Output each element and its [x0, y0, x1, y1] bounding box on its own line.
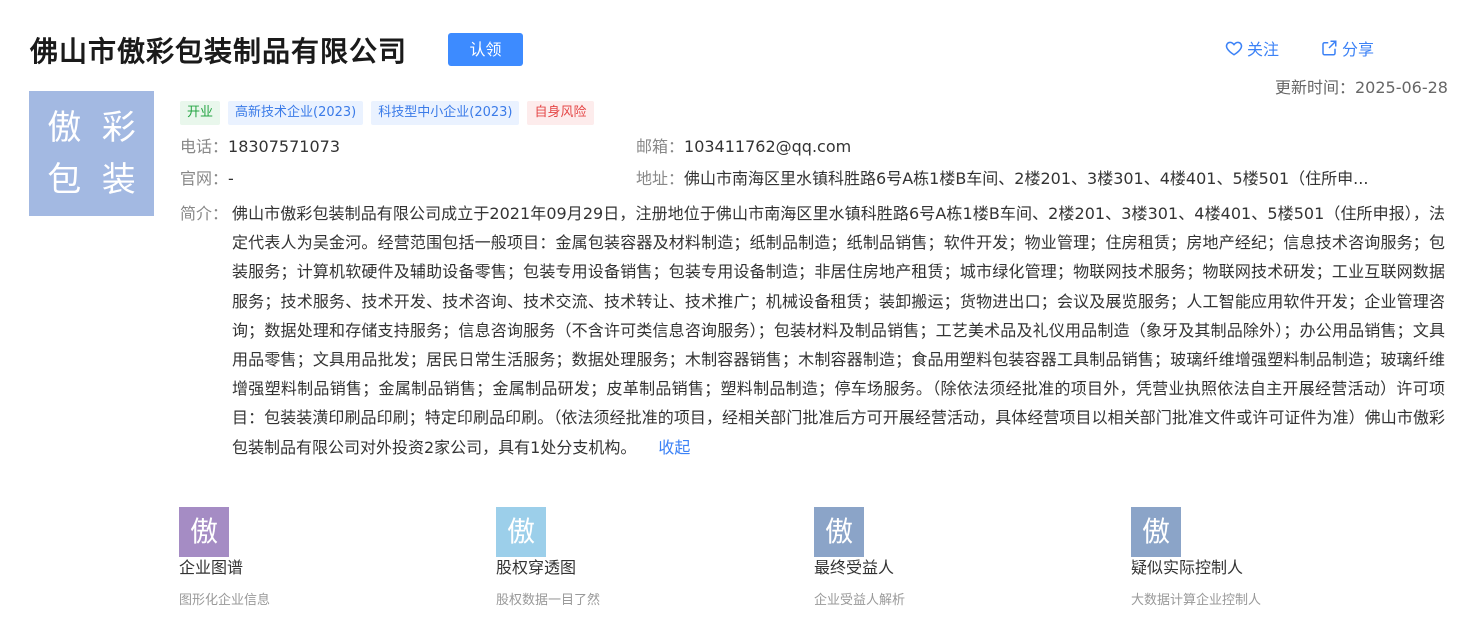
intro-text: 佛山市傲彩包装制品有限公司成立于2021年09月29日，注册地位于佛山市南海区里…: [232, 204, 1445, 457]
tag-list: 开业 高新技术企业(2023) 科技型中小企业(2023) 自身风险: [180, 101, 594, 125]
equity-penetration-icon: 傲: [496, 507, 546, 557]
phone-value[interactable]: 18307571073: [228, 137, 340, 156]
phone-field: 电话：18307571073: [180, 136, 340, 158]
status-badge: 开业: [180, 101, 221, 125]
share-icon: [1322, 40, 1337, 56]
address-value[interactable]: 佛山市南海区里水镇科胜路6号A栋1楼B车间、2楼201、3楼301、4楼401、…: [684, 169, 1368, 188]
website-field: 官网：-: [180, 168, 234, 190]
card-equity-penetration[interactable]: 傲 股权穿透图 股权数据一目了然: [496, 507, 736, 608]
card-title: 疑似实际控制人: [1131, 558, 1244, 577]
phone-label: 电话：: [180, 137, 229, 156]
update-time: 更新时间：2025-06-28: [1275, 78, 1448, 97]
email-field: 邮箱：103411762@qq.com: [636, 136, 851, 158]
card-actual-controller[interactable]: 傲 疑似实际控制人 大数据计算企业控制人: [1131, 507, 1371, 608]
enterprise-graph-icon: 傲: [179, 507, 229, 557]
share-label: 分享: [1342, 40, 1375, 59]
actual-controller-icon: 傲: [1131, 507, 1181, 557]
email-value[interactable]: 103411762@qq.com: [684, 137, 851, 156]
company-logo: 傲 彩 包 装: [29, 91, 154, 216]
logo-char: 包: [47, 159, 82, 200]
logo-char: 傲: [47, 107, 82, 148]
address-label: 地址：: [636, 169, 685, 188]
collapse-link[interactable]: 收起: [658, 438, 690, 457]
follow-label: 关注: [1247, 40, 1280, 59]
card-ultimate-beneficiary[interactable]: 傲 最终受益人 企业受益人解析: [814, 507, 1054, 608]
card-subtitle: 大数据计算企业控制人: [1131, 593, 1262, 608]
logo-char: 装: [101, 159, 136, 200]
claim-button[interactable]: 认领: [448, 33, 523, 66]
tag-self-risk[interactable]: 自身风险: [527, 101, 594, 125]
share-button[interactable]: 分享: [1320, 36, 1374, 60]
ultimate-beneficiary-icon: 傲: [814, 507, 864, 557]
email-label: 邮箱：: [636, 137, 685, 156]
tag-high-tech[interactable]: 高新技术企业(2023): [228, 101, 364, 125]
intro-label: 简介：: [180, 204, 229, 223]
card-enterprise-graph[interactable]: 傲 企业图谱 图形化企业信息: [179, 507, 419, 608]
company-detail-page: 佛山市傲彩包装制品有限公司 认领 关注 分享 更新时间：2025-06-28 傲…: [0, 0, 1475, 623]
tag-tech-sme[interactable]: 科技型中小企业(2023): [371, 101, 520, 125]
logo-char: 彩: [101, 107, 136, 148]
heart-icon: [1225, 41, 1243, 56]
company-name: 佛山市傲彩包装制品有限公司: [30, 35, 408, 68]
address-field: 地址：佛山市南海区里水镇科胜路6号A栋1楼B车间、2楼201、3楼301、4楼4…: [636, 168, 1426, 190]
website-value: -: [228, 169, 234, 188]
card-title: 最终受益人: [814, 558, 895, 577]
website-label: 官网：: [180, 169, 229, 188]
card-subtitle: 图形化企业信息: [179, 593, 271, 608]
card-title: 企业图谱: [179, 558, 244, 577]
card-subtitle: 企业受益人解析: [814, 593, 906, 608]
follow-button[interactable]: 关注: [1225, 36, 1279, 60]
card-title: 股权穿透图: [496, 558, 577, 577]
card-subtitle: 股权数据一目了然: [496, 593, 601, 608]
company-intro: 佛山市傲彩包装制品有限公司成立于2021年09月29日，注册地位于佛山市南海区里…: [232, 199, 1445, 462]
